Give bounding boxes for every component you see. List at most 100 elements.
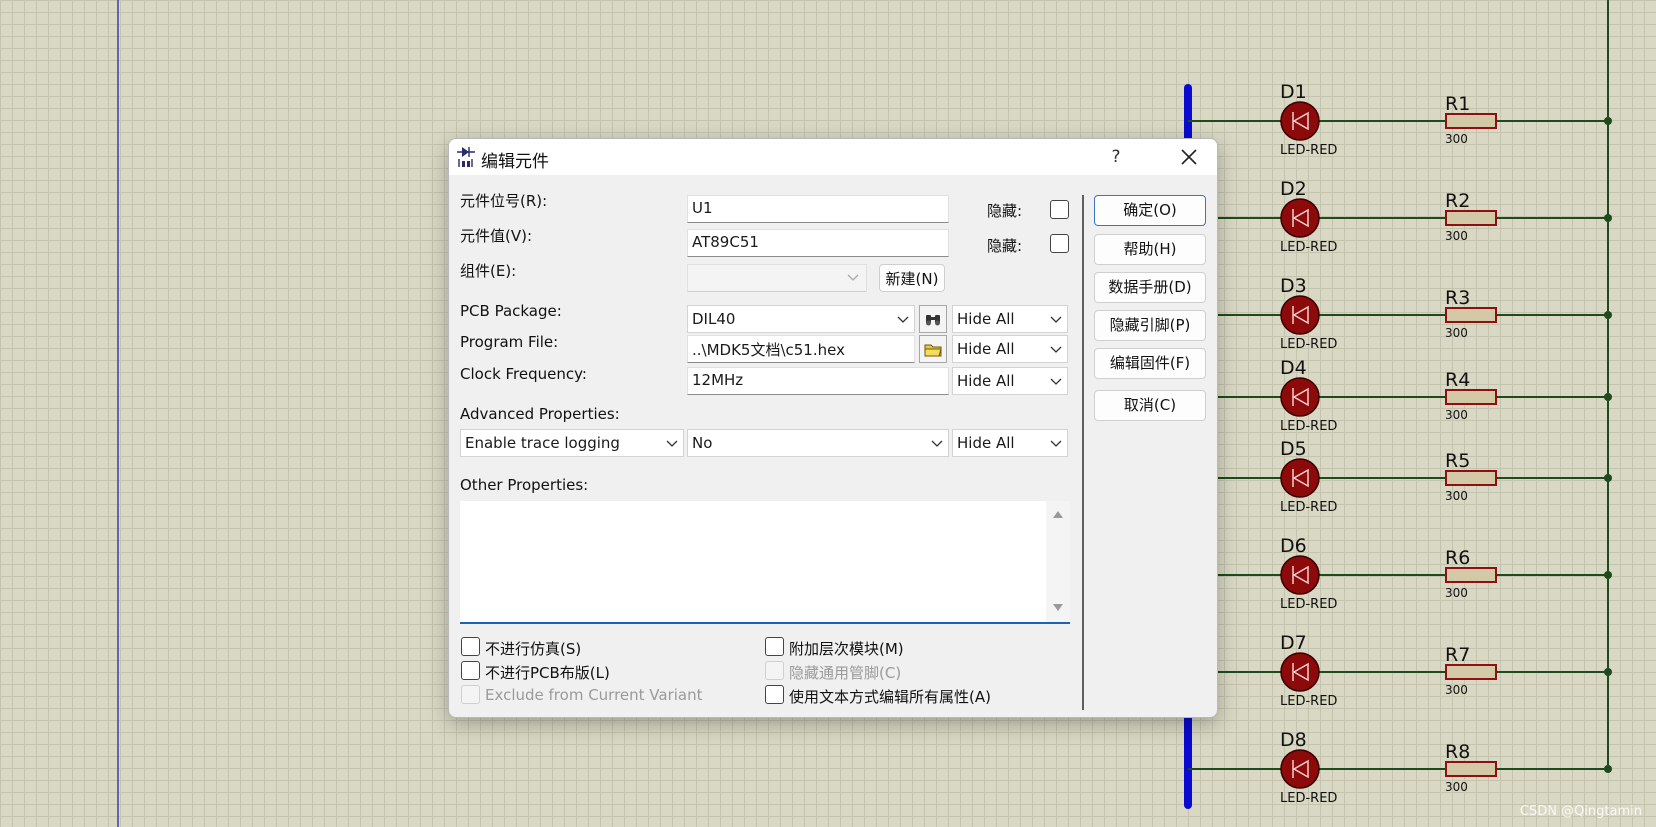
resistor-ref-label: R4 [1445, 369, 1470, 391]
help-title-button[interactable]: ? [1101, 145, 1131, 169]
close-icon[interactable] [1171, 143, 1207, 171]
exclude-variant-checkbox[interactable] [461, 685, 480, 704]
pcb-hide-select[interactable]: Hide All [952, 305, 1068, 333]
diode-type-label: LED-RED [1280, 500, 1337, 515]
junction-dot [1604, 117, 1612, 125]
resistor-ref-label: R8 [1445, 741, 1470, 763]
ref-label: 元件位号(R): [460, 192, 548, 210]
resistor-value-label: 300 [1445, 683, 1468, 697]
resistor-value-label: 300 [1445, 229, 1468, 243]
resistor-body [1445, 389, 1497, 405]
value-input[interactable]: AT89C51 [687, 229, 949, 257]
resistor-value-label: 300 [1445, 132, 1468, 146]
hidden-pins-button[interactable]: 隐藏引脚(P) [1094, 310, 1206, 341]
scrollbar[interactable] [1046, 501, 1070, 622]
resistor-body [1445, 307, 1497, 323]
datasheet-button[interactable]: 数据手册(D) [1094, 272, 1206, 303]
ref-hide-label: 隐藏: [987, 202, 1023, 220]
pcb-hide-value: Hide All [957, 310, 1015, 328]
chevron-down-icon [931, 440, 943, 447]
binoculars-icon[interactable] [919, 305, 947, 333]
ok-button[interactable]: 确定(O) [1094, 195, 1206, 226]
cancel-button[interactable]: 取消(C) [1094, 390, 1206, 421]
help-button[interactable]: 帮助(H) [1094, 234, 1206, 265]
vertical-separator [1082, 195, 1084, 710]
chevron-down-icon [1050, 378, 1062, 385]
new-group-button[interactable]: 新建(N) [879, 264, 945, 292]
ref-input[interactable]: U1 [687, 195, 949, 223]
junction-dot [1604, 311, 1612, 319]
watermark-text: CSDN @Qingtamin [1519, 804, 1642, 819]
led-body [1280, 749, 1320, 789]
clock-label: Clock Frequency: [460, 365, 587, 383]
resistor-body [1445, 470, 1497, 486]
advanced-property-select[interactable]: Enable trace logging [460, 429, 684, 457]
ref-hide-checkbox[interactable] [1050, 200, 1069, 219]
other-properties-textarea[interactable] [460, 501, 1070, 624]
advanced-hide-select[interactable]: Hide All [952, 429, 1068, 457]
resistor-value-label: 300 [1445, 780, 1468, 794]
value-hide-label: 隐藏: [987, 237, 1023, 255]
diode-ref-label: D2 [1280, 178, 1307, 200]
chevron-down-icon [1050, 316, 1062, 323]
program-file-input[interactable]: ..\MDK5文档\c51.hex [687, 335, 915, 363]
pcb-label: PCB Package: [460, 302, 562, 320]
no-simulate-checkbox[interactable] [461, 637, 480, 656]
led-body [1280, 101, 1320, 141]
diode-ref-label: D6 [1280, 535, 1307, 557]
edit-as-text-checkbox[interactable] [765, 685, 784, 704]
resistor-ref-label: R2 [1445, 190, 1470, 212]
resistor-body [1445, 210, 1497, 226]
clock-hide-select[interactable]: Hide All [952, 367, 1068, 395]
resistor-ref-label: R1 [1445, 93, 1470, 115]
value-hide-checkbox[interactable] [1050, 234, 1069, 253]
program-hide-select[interactable]: Hide All [952, 335, 1068, 363]
scroll-down-icon[interactable] [1052, 603, 1064, 613]
no-simulate-label: 不进行仿真(S) [485, 640, 582, 658]
pcb-package-select[interactable]: DIL40 [687, 305, 915, 333]
advanced-property-name: Enable trace logging [465, 434, 620, 452]
other-properties-label: Other Properties: [460, 476, 589, 494]
no-pcb-checkbox[interactable] [461, 661, 480, 680]
advanced-value-select[interactable]: No [687, 429, 949, 457]
advanced-property-value: No [692, 434, 713, 452]
dialog-title: 编辑元件 [481, 152, 549, 172]
hide-common-pins-label: 隐藏通用管脚(C) [789, 664, 902, 682]
junction-dot [1604, 571, 1612, 579]
dialog-titlebar[interactable]: 编辑元件 ? [449, 139, 1217, 175]
resistor-ref-label: R6 [1445, 547, 1470, 569]
attach-module-label: 附加层次模块(M) [789, 640, 904, 658]
diode-type-label: LED-RED [1280, 597, 1337, 612]
group-select[interactable] [687, 264, 867, 292]
diode-type-label: LED-RED [1280, 143, 1337, 158]
junction-dot [1604, 474, 1612, 482]
folder-open-icon[interactable] [919, 335, 947, 363]
led-body [1280, 458, 1320, 498]
no-pcb-label: 不进行PCB布版(L) [485, 664, 610, 682]
diode-type-label: LED-RED [1280, 240, 1337, 255]
diode-ref-label: D3 [1280, 275, 1307, 297]
chevron-down-icon [847, 274, 859, 281]
diode-ref-label: D5 [1280, 438, 1307, 460]
program-hide-value: Hide All [957, 340, 1015, 358]
chevron-down-icon [897, 316, 909, 323]
resistor-value-label: 300 [1445, 586, 1468, 600]
chevron-down-icon [1050, 346, 1062, 353]
junction-dot [1604, 214, 1612, 222]
chevron-down-icon [1050, 440, 1062, 447]
edit-component-dialog: 编辑元件 ? 元件位号(R): U1 隐藏: 元件值(V): AT89C51 隐… [448, 138, 1218, 718]
attach-module-checkbox[interactable] [765, 637, 784, 656]
junction-dot [1604, 668, 1612, 676]
clock-frequency-input[interactable]: 12MHz [687, 367, 949, 395]
diode-ref-label: D1 [1280, 81, 1307, 103]
led-body [1280, 555, 1320, 595]
edit-firmware-button[interactable]: 编辑固件(F) [1094, 348, 1206, 379]
edit-as-text-label: 使用文本方式编辑所有属性(A) [789, 688, 991, 706]
resistor-ref-label: R3 [1445, 287, 1470, 309]
resistor-ref-label: R7 [1445, 644, 1470, 666]
component-icon [457, 147, 475, 167]
resistor-value-label: 300 [1445, 489, 1468, 503]
scroll-up-icon[interactable] [1052, 509, 1064, 519]
hide-common-pins-checkbox[interactable] [765, 661, 784, 680]
diode-ref-label: D8 [1280, 729, 1307, 751]
